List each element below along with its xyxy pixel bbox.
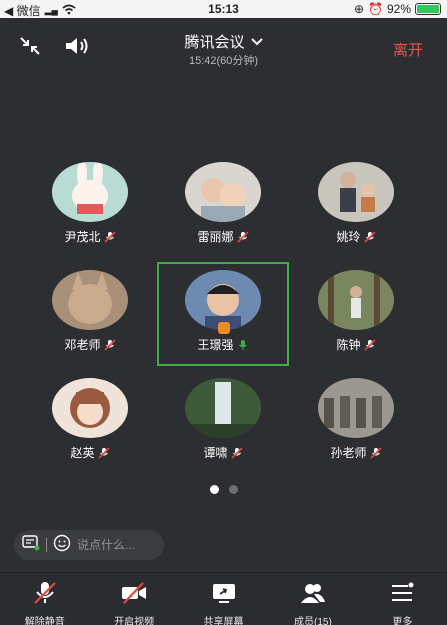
chat-list-icon[interactable]	[22, 534, 40, 556]
bottom-toolbar: 解除静音 开启视频 共享屏幕 成员(15) 更多	[0, 572, 447, 625]
unmute-label: 解除静音	[24, 617, 65, 625]
members-label: 成员(15)	[294, 617, 332, 625]
mic-muted-icon	[103, 230, 116, 243]
avatar	[185, 378, 261, 438]
participant-name: 尹茂北	[64, 230, 101, 244]
participant-name-row: 雷丽娜	[158, 228, 288, 245]
avatar	[318, 378, 394, 438]
start-video-button[interactable]: 开启视频	[89, 573, 178, 625]
avatar	[52, 378, 128, 438]
mic-muted-icon	[230, 446, 243, 459]
participant-name: 谭啸	[203, 446, 228, 460]
participant-tile[interactable]: 雷丽娜	[158, 162, 288, 262]
participant-name-row: 姚玲	[291, 228, 421, 245]
more-button[interactable]: 更多	[358, 573, 447, 625]
status-bar-right: ⊕ ⏰ 92%	[354, 2, 441, 16]
mic-muted-icon	[369, 446, 382, 459]
meeting-title[interactable]: 腾讯会议	[0, 31, 447, 52]
leave-button[interactable]: 离开	[393, 39, 423, 60]
share-screen-button[interactable]: 共享屏幕	[179, 573, 268, 625]
battery-icon	[415, 3, 441, 15]
more-icon	[389, 581, 415, 610]
participant-name: 孙老师	[330, 446, 367, 460]
mic-muted-icon	[363, 230, 376, 243]
active-speaker-highlight	[157, 262, 289, 366]
chat-input[interactable]	[77, 538, 147, 552]
participant-tile[interactable]: 孙老师	[291, 378, 421, 478]
mic-muted-icon	[103, 338, 116, 351]
mic-muted-icon	[363, 338, 376, 351]
participant-name: 陈钟	[336, 338, 361, 352]
participant-name: 姚玲	[336, 230, 361, 244]
chevron-down-icon	[250, 33, 263, 50]
share-screen-icon	[211, 581, 237, 610]
start-video-label: 开启视频	[114, 617, 155, 625]
avatar	[318, 270, 394, 330]
mic-off-icon	[32, 581, 58, 610]
participant-name-row: 尹茂北	[25, 228, 155, 245]
emoji-icon[interactable]	[53, 534, 71, 557]
participant-tile[interactable]: 姚玲	[291, 162, 421, 262]
mic-muted-icon	[97, 446, 110, 459]
page-dot-2[interactable]	[228, 485, 238, 494]
members-icon	[300, 581, 326, 610]
meeting-topbar: 腾讯会议 15:42(60分钟) 离开	[0, 18, 447, 70]
video-off-icon	[121, 581, 147, 610]
orientation-lock-icon: ⊕	[353, 2, 365, 16]
divider	[46, 538, 47, 552]
mic-muted-icon	[236, 230, 249, 243]
avatar	[185, 162, 261, 222]
participant-tile[interactable]: 尹茂北	[25, 162, 155, 262]
participant-name-row: 邓老师	[25, 336, 155, 353]
participant-tile[interactable]: 邓老师	[25, 270, 155, 370]
page-indicator	[0, 485, 447, 494]
page-dot-1[interactable]	[209, 485, 219, 494]
participant-name: 赵英	[70, 446, 95, 460]
meeting-title-text: 腾讯会议	[184, 34, 245, 51]
meeting-duration: 15:42(60分钟)	[188, 55, 259, 67]
participant-name: 邓老师	[64, 338, 101, 352]
status-bar: ◀ 微信 ▂▄ 15:13 ⊕ ⏰ 92%	[0, 0, 447, 18]
more-label: 更多	[392, 617, 413, 625]
avatar	[52, 270, 128, 330]
avatar	[318, 162, 394, 222]
participant-tile[interactable]: 陈钟	[291, 270, 421, 370]
unmute-button[interactable]: 解除静音	[0, 573, 89, 625]
share-screen-label: 共享屏幕	[203, 617, 244, 625]
participant-name-row: 谭啸	[158, 444, 288, 461]
participant-tile[interactable]: 赵英	[25, 378, 155, 478]
participant-name-row: 孙老师	[291, 444, 421, 461]
participant-name: 雷丽娜	[197, 230, 234, 244]
participant-name-row: 赵英	[25, 444, 155, 461]
chat-input-bar[interactable]	[14, 530, 164, 560]
battery-percent: 92%	[386, 2, 411, 16]
participant-name-row: 陈钟	[291, 336, 421, 353]
alarm-icon: ⏰	[368, 2, 383, 16]
participant-tile[interactable]: 谭啸	[158, 378, 288, 478]
members-button[interactable]: 成员(15)	[268, 573, 357, 625]
avatar	[52, 162, 128, 222]
